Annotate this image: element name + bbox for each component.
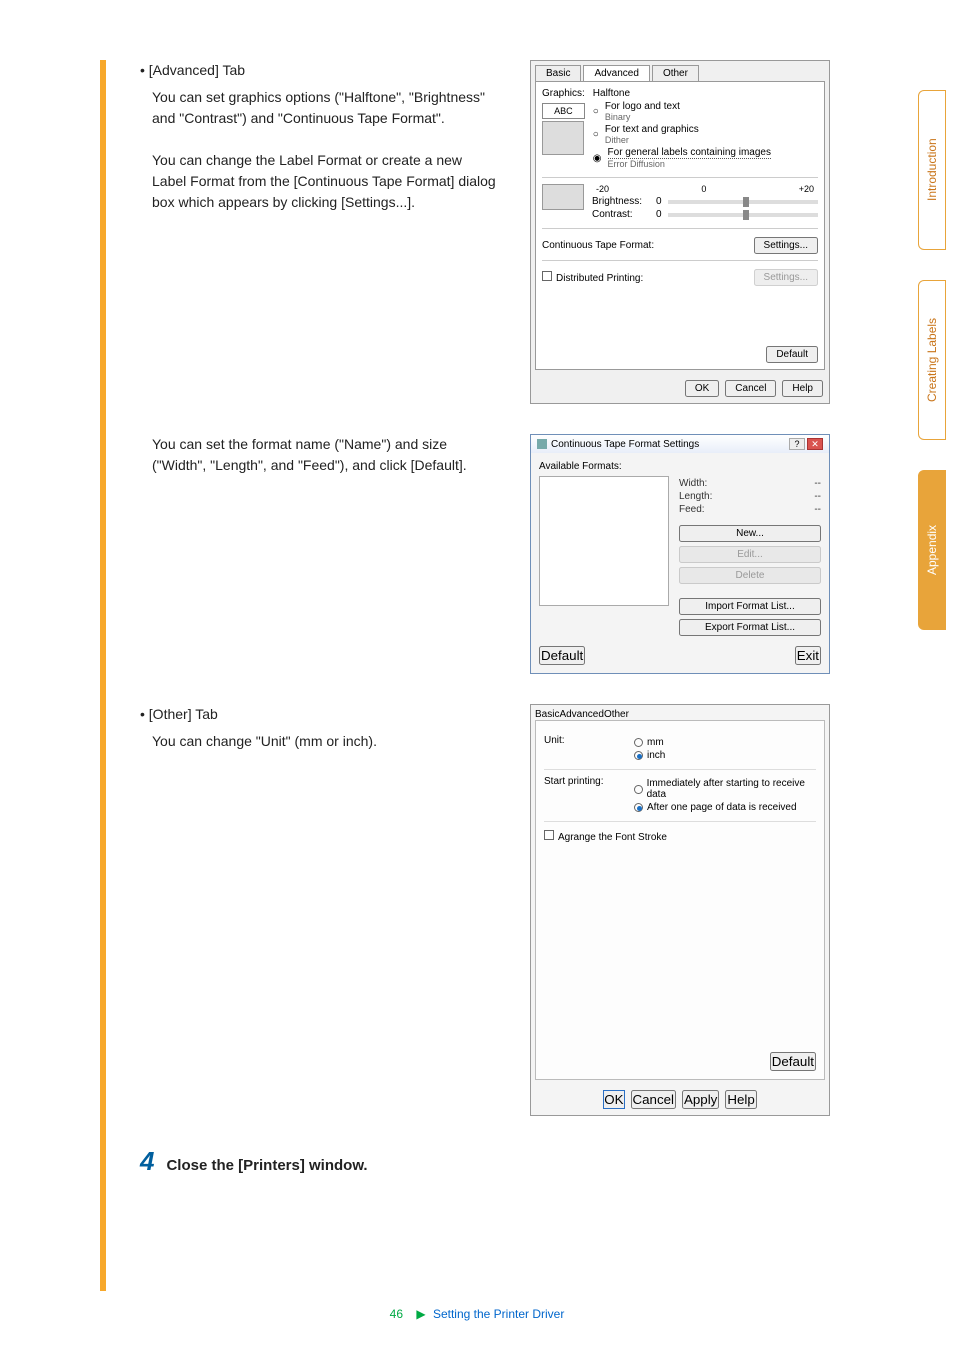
- footer-link[interactable]: Setting the Printer Driver: [433, 1307, 564, 1321]
- delete-button: Delete: [679, 567, 821, 584]
- slider-max: +20: [799, 184, 814, 194]
- start-printing-label: Start printing:: [544, 776, 634, 815]
- advanced-tab-desc-1: You can set graphics options ("Halftone"…: [152, 87, 500, 129]
- slider-min: -20: [596, 184, 609, 194]
- ok-button[interactable]: OK: [685, 380, 719, 397]
- ctf-default-button[interactable]: Default: [539, 646, 585, 665]
- tab-basic[interactable]: Basic: [535, 65, 581, 81]
- help-icon[interactable]: ?: [789, 438, 805, 450]
- page-footer: 46 ▶ Setting the Printer Driver: [0, 1307, 954, 1321]
- contrast-value: 0: [656, 209, 662, 220]
- unit-inch-radio[interactable]: inch: [634, 750, 816, 761]
- feed-label: Feed:: [679, 504, 705, 515]
- distributed-settings-button: Settings...: [754, 269, 818, 286]
- other-tab-desc: You can change "Unit" (mm or inch).: [152, 731, 500, 752]
- edit-button: Edit...: [679, 546, 821, 563]
- other-cancel-button[interactable]: Cancel: [631, 1090, 677, 1109]
- exit-button[interactable]: Exit: [795, 646, 821, 665]
- length-label: Length:: [679, 491, 712, 502]
- start-opt1-radio[interactable]: Immediately after starting to receive da…: [634, 778, 816, 800]
- close-icon[interactable]: ✕: [807, 438, 823, 450]
- side-nav: Introduction Creating Labels Appendix: [918, 90, 954, 660]
- tab-basic-3[interactable]: Basic: [535, 709, 559, 720]
- halftone-opt1-sub: Binary: [605, 112, 680, 122]
- halftone-opt1[interactable]: For logo and text: [605, 101, 680, 112]
- start-opt2-radio[interactable]: After one page of data is received: [634, 802, 816, 813]
- advanced-tab-heading: • [Advanced] Tab: [140, 60, 500, 81]
- sidetab-creating-labels[interactable]: Creating Labels: [918, 280, 946, 440]
- unit-mm-label: mm: [647, 737, 664, 748]
- tab-advanced[interactable]: Advanced: [583, 65, 649, 81]
- sidetab-introduction[interactable]: Introduction: [918, 90, 946, 250]
- width-label: Width:: [679, 478, 707, 489]
- brightness-value: 0: [656, 196, 662, 207]
- default-button[interactable]: Default: [766, 346, 818, 363]
- export-button[interactable]: Export Format List...: [679, 619, 821, 636]
- other-tab-dialog: Basic Advanced Other Unit: mm inch: [530, 704, 830, 1116]
- preview-thumbnail-2: [542, 184, 584, 210]
- page-content: • [Advanced] Tab You can set graphics op…: [100, 60, 840, 1177]
- window-icon: [537, 439, 547, 449]
- unit-label: Unit:: [544, 735, 634, 763]
- other-ok-button[interactable]: OK: [603, 1090, 624, 1109]
- cancel-button[interactable]: Cancel: [725, 380, 776, 397]
- advanced-tab-desc-2: You can change the Label Format or creat…: [152, 150, 500, 213]
- triangle-icon: ▶: [416, 1307, 425, 1321]
- other-default-button[interactable]: Default: [770, 1052, 816, 1071]
- new-button[interactable]: New...: [679, 525, 821, 542]
- tab-other-3[interactable]: Other: [604, 709, 629, 720]
- arrange-label: Agrange the Font Stroke: [558, 832, 667, 843]
- help-button[interactable]: Help: [782, 380, 823, 397]
- unit-inch-label: inch: [647, 750, 665, 761]
- ctf-desc: You can set the format name ("Name") and…: [152, 434, 500, 476]
- halftone-opt2-sub: Dither: [605, 135, 699, 145]
- unit-mm-radio[interactable]: mm: [634, 737, 816, 748]
- import-button[interactable]: Import Format List...: [679, 598, 821, 615]
- available-formats-label: Available Formats:: [539, 461, 821, 472]
- tab-advanced-3[interactable]: Advanced: [559, 709, 603, 720]
- other-help-button[interactable]: Help: [725, 1090, 756, 1109]
- available-formats-list[interactable]: [539, 476, 669, 606]
- slider-zero: 0: [701, 184, 706, 194]
- width-value: --: [814, 478, 821, 489]
- halftone-opt3[interactable]: For general labels containing images: [608, 147, 771, 159]
- brightness-label: Brightness:: [592, 196, 650, 207]
- continuous-tape-label: Continuous Tape Format:: [542, 240, 654, 251]
- other-tab-heading: • [Other] Tab: [140, 704, 500, 725]
- start-opt2-label: After one page of data is received: [647, 802, 797, 813]
- contrast-slider[interactable]: [668, 213, 818, 217]
- feed-value: --: [814, 504, 821, 515]
- distributed-label[interactable]: Distributed Printing:: [556, 273, 643, 284]
- ctf-dialog: Continuous Tape Format Settings ? ✕ Avai…: [530, 434, 830, 674]
- halftone-opt2[interactable]: For text and graphics: [605, 124, 699, 135]
- preview-thumbnail-1: [542, 121, 584, 155]
- arrange-checkbox[interactable]: [544, 830, 554, 840]
- start-opt1-label: Immediately after starting to receive da…: [647, 778, 816, 800]
- graphics-label: Graphics:: [542, 88, 585, 99]
- halftone-group-label: Halftone: [593, 88, 818, 99]
- length-value: --: [814, 491, 821, 502]
- brightness-slider[interactable]: [668, 200, 818, 204]
- continuous-settings-button[interactable]: Settings...: [754, 237, 818, 254]
- sidetab-appendix[interactable]: Appendix: [918, 470, 946, 630]
- advanced-tab-dialog: Basic Advanced Other Graphics: ABC: [530, 60, 830, 404]
- other-apply-button[interactable]: Apply: [682, 1090, 719, 1109]
- tab-other[interactable]: Other: [652, 65, 699, 81]
- contrast-label: Contrast:: [592, 209, 650, 220]
- halftone-opt3-sub: Error Diffusion: [608, 159, 771, 169]
- page-number: 46: [390, 1307, 403, 1321]
- step-number: 4: [140, 1146, 154, 1177]
- ctf-title: Continuous Tape Format Settings: [551, 439, 699, 450]
- step-text: Close the [Printers] window.: [166, 1157, 367, 1174]
